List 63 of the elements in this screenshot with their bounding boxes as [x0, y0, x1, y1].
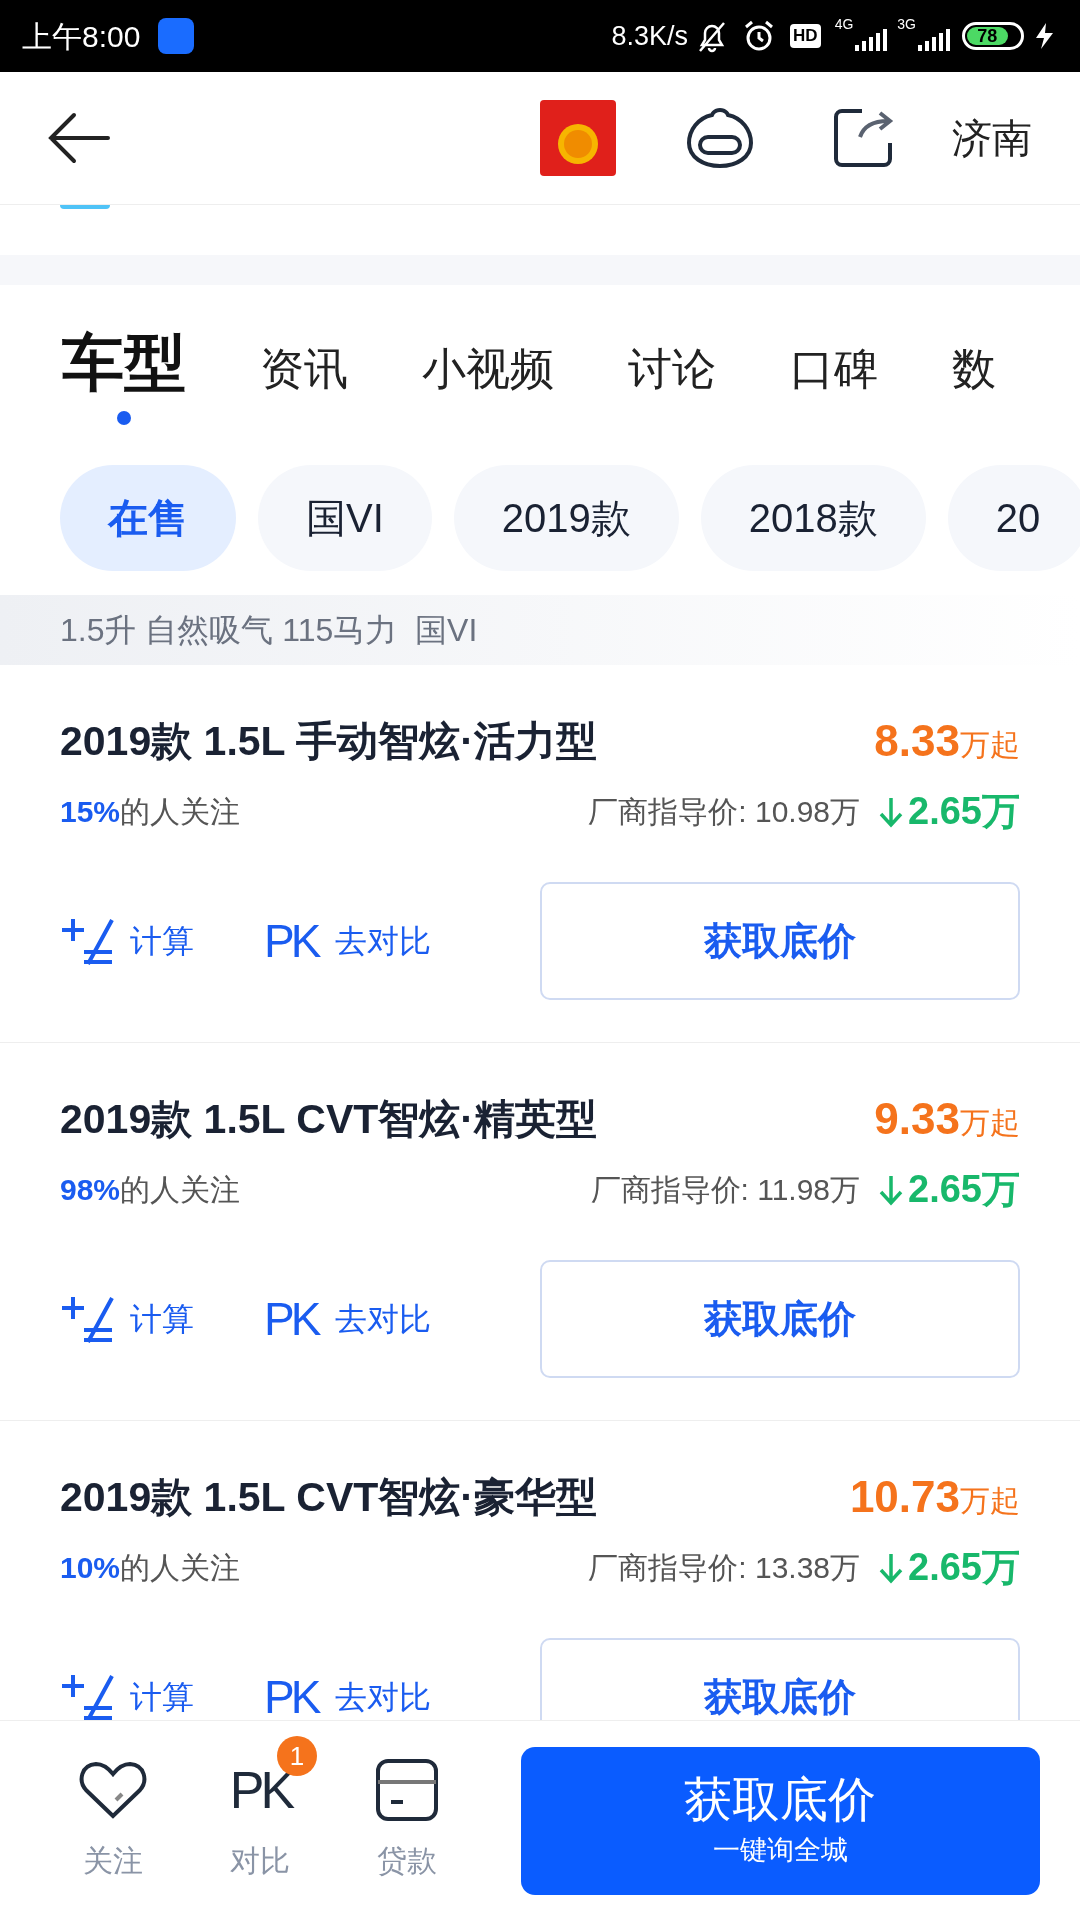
- attention-text: 98%的人关注: [60, 1172, 241, 1208]
- guide-price: 厂商指导价: 11.98万: [590, 1172, 861, 1208]
- envelope-icon[interactable]: [540, 100, 616, 176]
- guide-price: 厂商指导价: 10.98万: [588, 794, 861, 830]
- price-drop: 2.65万: [908, 789, 1020, 834]
- attention-text: 10%的人关注: [60, 1550, 241, 1586]
- filter-chip[interactable]: 在售: [60, 465, 236, 571]
- tab[interactable]: 车型: [62, 325, 186, 425]
- filter-chip[interactable]: 20: [947, 465, 1080, 571]
- calculate-link[interactable]: 计算: [130, 1673, 194, 1720]
- tab[interactable]: 讨论: [628, 337, 716, 425]
- price-drop: 2.65万: [908, 1545, 1020, 1590]
- status-time: 上午8:00: [22, 18, 141, 55]
- tab[interactable]: 口碑: [790, 337, 878, 425]
- price-unit: 万起: [960, 1484, 1020, 1519]
- nav-label[interactable]: 对比: [230, 1838, 291, 1883]
- compare-link[interactable]: 去对比: [335, 1673, 432, 1720]
- price: 8.33: [874, 715, 960, 767]
- nav-label[interactable]: 贷款: [377, 1838, 438, 1883]
- pk-icon[interactable]: PK: [264, 918, 318, 964]
- pk-icon[interactable]: PK: [264, 1674, 318, 1720]
- tab[interactable]: 小视频: [422, 337, 554, 425]
- price: 10.73: [849, 1471, 960, 1523]
- price-drop: 2.65万: [908, 1167, 1020, 1212]
- price-unit: 万起: [960, 1106, 1020, 1141]
- model-name[interactable]: 2019款 1.5L CVT智炫·豪华型: [60, 1469, 597, 1525]
- heart-icon[interactable]: [78, 1760, 149, 1820]
- filter-chip[interactable]: 2018款: [700, 465, 926, 571]
- spec-line: 1.5升 自然吸气 115马力 国VI: [60, 611, 478, 650]
- pk-icon[interactable]: PK: [264, 1296, 318, 1342]
- compare-link[interactable]: 去对比: [335, 1295, 432, 1343]
- battery-level: 78: [977, 27, 998, 45]
- share-icon[interactable]: [832, 107, 894, 169]
- tab[interactable]: 数: [952, 337, 996, 425]
- lowest-price-button[interactable]: 获取底价: [540, 1260, 1020, 1378]
- model-name[interactable]: 2019款 1.5L 手动智炫·活力型: [60, 713, 597, 769]
- network-speed: 8.3K/s: [611, 19, 689, 53]
- nav-label[interactable]: 关注: [83, 1838, 144, 1883]
- calculator-icon[interactable]: [60, 1672, 114, 1720]
- hd-badge: HD: [790, 24, 821, 48]
- price: 9.33: [874, 1093, 960, 1145]
- attention-text: 15%的人关注: [60, 794, 241, 830]
- network-type: 4G: [834, 15, 854, 34]
- guide-price: 厂商指导价: 13.38万: [588, 1550, 861, 1586]
- back-icon[interactable]: [48, 112, 110, 164]
- compare-link[interactable]: 去对比: [335, 917, 432, 965]
- price-unit: 万起: [960, 728, 1020, 763]
- filter-chip[interactable]: 国VI: [258, 465, 432, 571]
- app-icon: [158, 18, 195, 54]
- get-price-button[interactable]: 获取底价 一键询全城: [520, 1746, 1040, 1895]
- calculator-icon[interactable]: [60, 916, 114, 966]
- filter-chip[interactable]: 2019款: [453, 465, 679, 571]
- lowest-price-button[interactable]: 获取底价: [540, 1638, 1020, 1720]
- calculator-icon[interactable]: [60, 1294, 114, 1344]
- calculate-link[interactable]: 计算: [130, 917, 194, 965]
- tab[interactable]: 资讯: [260, 337, 348, 425]
- model-name[interactable]: 2019款 1.5L CVT智炫·精英型: [60, 1091, 597, 1147]
- lowest-price-button[interactable]: 获取底价: [540, 882, 1020, 1000]
- card-icon[interactable]: [375, 1758, 440, 1822]
- calculate-link[interactable]: 计算: [130, 1295, 194, 1343]
- robot-icon[interactable]: [686, 107, 754, 169]
- network-type: 3G: [897, 15, 916, 34]
- city-selector[interactable]: 济南: [952, 108, 1032, 168]
